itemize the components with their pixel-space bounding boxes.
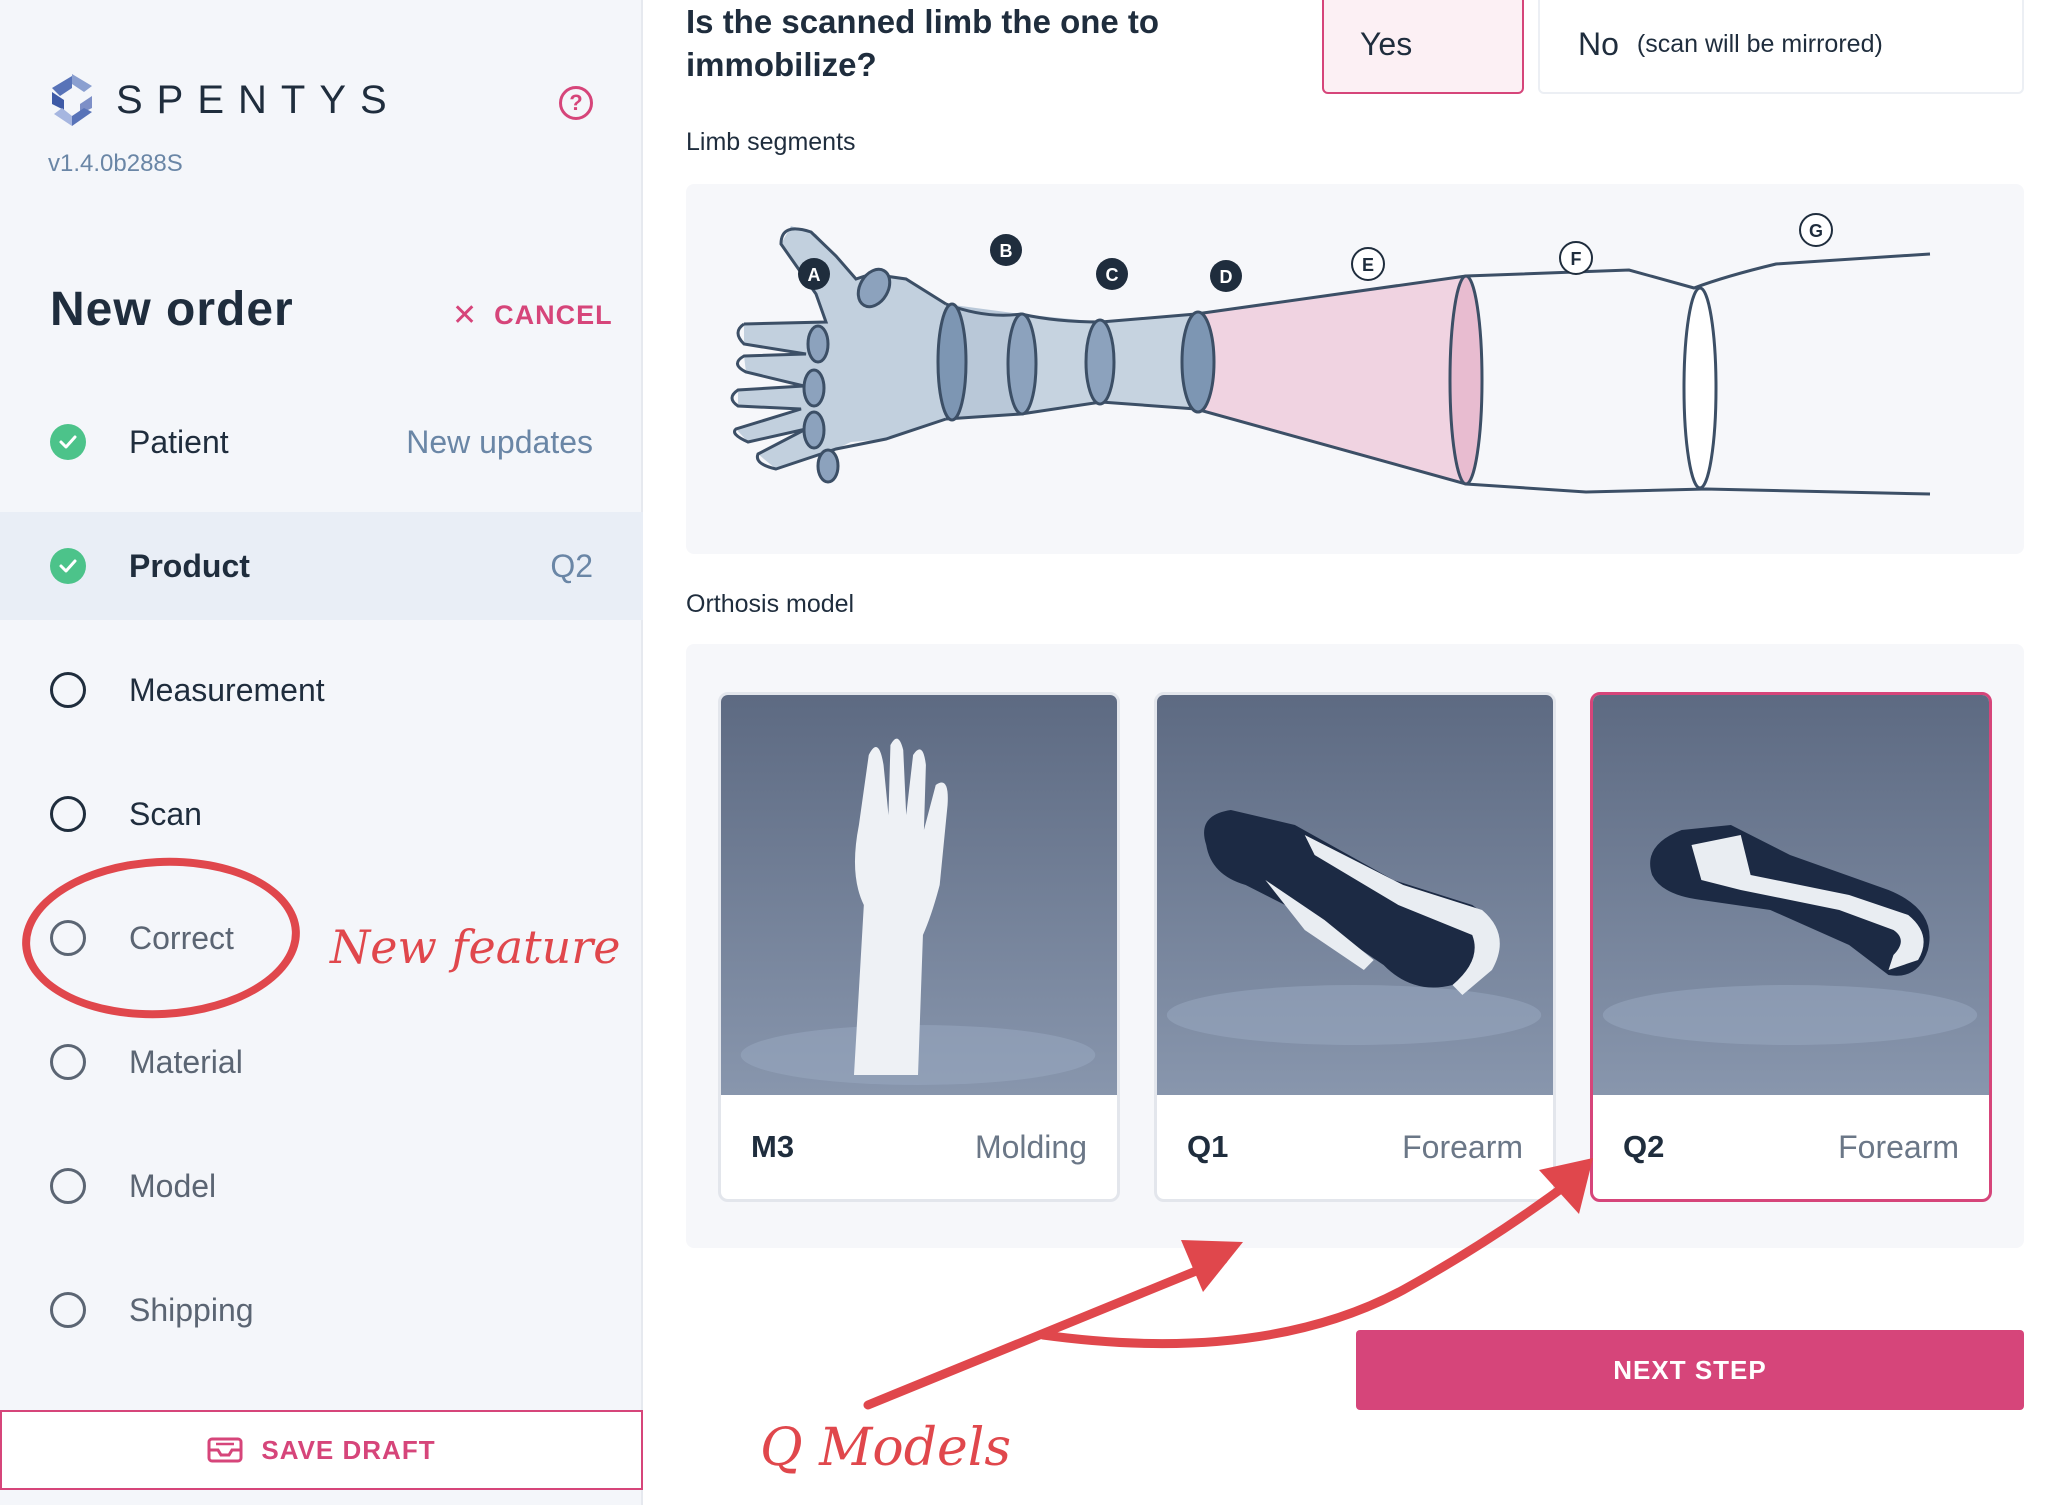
svg-text:A: A [808,265,821,285]
marker-c[interactable]: C [1096,258,1128,290]
help-icon[interactable]: ? [559,86,593,120]
model-image [1157,695,1553,1095]
step-status: Q2 [550,547,593,584]
spentys-logo-icon [52,74,92,126]
brand-name: SPENTYS [116,77,401,122]
marker-g[interactable]: G [1799,213,1833,247]
step-label: Product [129,547,250,584]
circle-icon [50,796,86,832]
save-draft-label: SAVE DRAFT [261,1434,436,1465]
step-scan[interactable]: Scan [0,752,643,876]
cancel-label: CANCEL [494,300,613,330]
model-card-q1[interactable]: Q1 Forearm [1154,692,1556,1202]
svg-text:E: E [1362,255,1374,275]
step-shipping[interactable]: Shipping [0,1248,643,1372]
step-label: Model [129,1167,217,1204]
model-image [1593,695,1989,1095]
model-image [721,695,1117,1095]
circle-icon [50,1168,86,1204]
step-label: Shipping [129,1291,254,1328]
app-version: v1.4.0b288S [48,150,183,177]
svg-text:B: B [1000,241,1013,261]
model-card-m3[interactable]: M3 Molding [718,692,1120,1202]
check-icon [50,548,86,584]
svg-text:G: G [1809,221,1823,241]
marker-f[interactable]: F [1559,241,1593,275]
step-measurement[interactable]: Measurement [0,628,643,752]
option-yes-label: Yes [1360,25,1413,62]
marker-b[interactable]: B [990,234,1022,266]
limb-diagram: A B C D E F G [730,213,1931,496]
circle-icon [50,672,86,708]
marker-e[interactable]: E [1351,247,1385,281]
circle-icon [50,1044,86,1080]
page-title: New order [50,283,294,336]
marker-d[interactable]: D [1210,260,1242,292]
step-label: Material [129,1043,243,1080]
svg-text:F: F [1571,249,1582,269]
circle-icon [50,1292,86,1328]
limb-segments-label: Limb segments [686,128,856,156]
close-icon: ✕ [452,299,479,332]
step-patient[interactable]: Patient New updates [0,380,643,504]
step-label: Measurement [129,671,325,708]
annotation-new-feature: New feature [330,920,621,974]
marker-a[interactable]: A [798,258,830,290]
svg-text:C: C [1106,265,1119,285]
option-no-note: (scan will be mirrored) [1636,29,1883,58]
check-icon [50,424,86,460]
limb-segments-panel: A B C D E F G [686,184,2024,554]
step-status: New updates [406,423,593,460]
model-type: Forearm [1838,1128,1959,1165]
save-draft-button[interactable]: SAVE DRAFT [0,1410,643,1490]
option-no[interactable]: No (scan will be mirrored) [1538,0,2024,94]
sidebar: SPENTYS v1.4.0b288S ? New order ✕ CANCEL… [0,0,643,1505]
step-label: Patient [129,423,229,460]
model-card-q2[interactable]: Q2 Forearm [1590,692,1992,1202]
option-yes[interactable]: Yes [1322,0,1524,94]
step-material[interactable]: Material [0,1000,643,1124]
scan-question: Is the scanned limb the one to immobiliz… [686,3,1160,83]
step-product[interactable]: Product Q2 [0,512,643,620]
inbox-icon [207,1437,243,1463]
orthosis-model-label: Orthosis model [686,590,855,618]
cancel-button[interactable]: ✕ CANCEL [452,298,613,333]
brand-logo: SPENTYS [46,70,401,130]
option-no-label: No [1578,25,1619,62]
step-model[interactable]: Model [0,1124,643,1248]
annotation-q-models: Q Models [760,1418,1012,1478]
step-label: Scan [129,795,202,832]
svg-text:D: D [1220,267,1233,287]
